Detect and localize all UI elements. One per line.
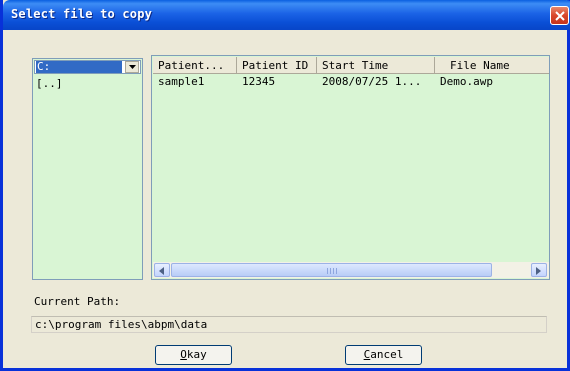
chevron-down-icon: [129, 65, 136, 69]
cell-patient-id: 12345: [242, 75, 276, 88]
drive-dropdown-button[interactable]: [125, 61, 139, 73]
drive-select-value: C:: [36, 61, 122, 73]
okay-button-label: Okay: [180, 348, 207, 361]
directory-list: [..]: [36, 77, 63, 90]
directory-panel: C: [..]: [32, 58, 143, 280]
cancel-button[interactable]: Cancel: [345, 345, 422, 365]
column-header-start-time[interactable]: Start Time: [317, 57, 435, 74]
table-row[interactable]: sample1 12345 2008/07/25 1... Demo.awp: [153, 75, 549, 89]
scroll-grip-icon: [327, 268, 337, 274]
horizontal-scrollbar[interactable]: [153, 262, 549, 278]
cell-file-name: Demo.awp: [440, 75, 493, 88]
arrow-right-icon: [536, 267, 541, 275]
close-icon: [555, 11, 565, 21]
cell-patient: sample1: [158, 75, 205, 88]
current-path-field: c:\program files\abpm\data: [31, 316, 547, 333]
cell-start-time: 2008/07/25 1...: [322, 75, 422, 88]
scroll-left-button[interactable]: [154, 263, 170, 277]
file-list: Patient... Patient ID Start Time File Na…: [151, 55, 550, 280]
scroll-right-button[interactable]: [531, 263, 547, 277]
directory-item-parent[interactable]: [..]: [36, 77, 63, 90]
title-bar[interactable]: Select file to copy: [3, 0, 570, 30]
scroll-thumb[interactable]: [171, 263, 492, 277]
column-header-patient[interactable]: Patient...: [153, 57, 237, 74]
okay-button[interactable]: Okay: [155, 345, 232, 365]
current-path-label: Current Path:: [34, 295, 121, 308]
column-header-patient-id[interactable]: Patient ID: [237, 57, 317, 74]
column-header-file-name[interactable]: File Name: [435, 57, 549, 74]
window-title: Select file to copy: [11, 7, 153, 21]
drive-select[interactable]: C:: [34, 60, 141, 74]
close-button[interactable]: [550, 6, 569, 25]
arrow-left-icon: [159, 267, 164, 275]
cancel-button-label: Cancel: [363, 348, 404, 361]
file-list-header: Patient... Patient ID Start Time File Na…: [153, 57, 549, 74]
